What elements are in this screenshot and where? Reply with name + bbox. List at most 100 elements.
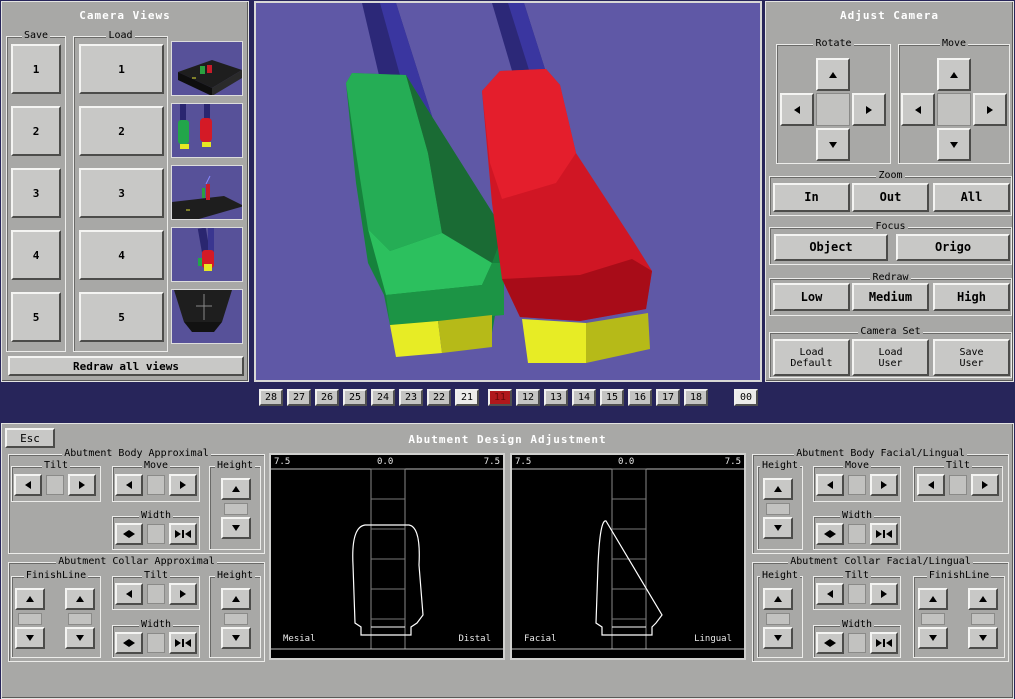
- collar-approx-finishline-left-down-button[interactable]: [15, 627, 45, 649]
- body-approx-tilt-indicator: [46, 475, 64, 495]
- body-facial-width-narrow-button[interactable]: [816, 523, 844, 545]
- tooth-25-button[interactable]: 25: [343, 389, 367, 406]
- focus-origo-button[interactable]: Origo: [896, 234, 1010, 261]
- body-facial-tilt-right-button[interactable]: [971, 474, 999, 496]
- redraw-all-views-button[interactable]: Redraw all views: [8, 356, 244, 376]
- tooth-21-button[interactable]: 21: [455, 389, 479, 406]
- 3d-viewport[interactable]: [254, 1, 762, 382]
- collar-approx-finishline-left-up-button[interactable]: [15, 588, 45, 610]
- tooth-26-button[interactable]: 26: [315, 389, 339, 406]
- collar-approx-tilt-left-button[interactable]: [115, 583, 143, 605]
- load-user-button[interactable]: Load User: [852, 339, 929, 376]
- view-thumbnail-5[interactable]: [171, 289, 243, 344]
- abutment-3d-render: [346, 3, 652, 363]
- redraw-medium-button[interactable]: Medium: [852, 283, 929, 311]
- body-approx-tilt-left-button[interactable]: [14, 474, 42, 496]
- collar-approx-width-narrow-button[interactable]: [115, 632, 143, 654]
- collar-approx-width-wide-button[interactable]: [169, 632, 197, 654]
- view-thumbnail-3[interactable]: [171, 165, 243, 220]
- save-view-2-button[interactable]: 2: [11, 106, 61, 156]
- collar-approx-finishline-right-down-button[interactable]: [65, 627, 95, 649]
- collar-approx-tilt-right-button[interactable]: [169, 583, 197, 605]
- body-approx-width-wide-button[interactable]: [169, 523, 197, 545]
- collar-facial-width-narrow-button[interactable]: [816, 632, 844, 654]
- body-approx-height-up-button[interactable]: [221, 478, 251, 500]
- collar-facial-finishline-left-down-button[interactable]: [918, 627, 948, 649]
- collar-approx-finishline-right-up-button[interactable]: [65, 588, 95, 610]
- tooth-11-button[interactable]: 11: [488, 389, 512, 406]
- tooth-22-button[interactable]: 22: [427, 389, 451, 406]
- save-view-3-button[interactable]: 3: [11, 168, 61, 218]
- collar-facial-width-wide-button[interactable]: [870, 632, 898, 654]
- body-approx-height-down-button[interactable]: [221, 517, 251, 539]
- load-view-2-button[interactable]: 2: [79, 106, 164, 156]
- view-thumbnail-4[interactable]: [171, 227, 243, 282]
- collar-approx-height-down-button[interactable]: [221, 627, 251, 649]
- load-view-5-button[interactable]: 5: [79, 292, 164, 342]
- load-view-1-button[interactable]: 1: [79, 44, 164, 94]
- redraw-high-button[interactable]: High: [933, 283, 1010, 311]
- body-facial-move-left-button[interactable]: [816, 474, 844, 496]
- collar-facial-title: Abutment Collar Facial/Lingual: [788, 556, 973, 567]
- tooth-14-button[interactable]: 14: [572, 389, 596, 406]
- tooth-16-button[interactable]: 16: [628, 389, 652, 406]
- load-view-4-button[interactable]: 4: [79, 230, 164, 280]
- focus-object-button[interactable]: Object: [774, 234, 888, 261]
- rotate-down-button[interactable]: [816, 128, 850, 161]
- collar-facial-finishline-right-up-button[interactable]: [968, 588, 998, 610]
- save-user-button[interactable]: Save User: [933, 339, 1010, 376]
- facial-lingual-profile-view[interactable]: 7.5 0.0 7.5 Facial Lingual: [510, 453, 746, 660]
- tooth-13-button[interactable]: 13: [544, 389, 568, 406]
- mesial-distal-profile-view[interactable]: 7.5 0.0 7.5 Mesial Distal: [269, 453, 505, 660]
- tooth-23-button[interactable]: 23: [399, 389, 423, 406]
- body-facial-tilt-left-button[interactable]: [917, 474, 945, 496]
- move-up-button[interactable]: [937, 58, 971, 91]
- body-facial-height-down-button[interactable]: [763, 517, 793, 539]
- esc-button[interactable]: Esc: [5, 428, 55, 448]
- move-right-button[interactable]: [973, 93, 1007, 126]
- collar-facial-finishline-left-up-button[interactable]: [918, 588, 948, 610]
- body-facial-height-up-button[interactable]: [763, 478, 793, 500]
- arrow-up-icon: [774, 486, 782, 492]
- body-approx-move-right-button[interactable]: [169, 474, 197, 496]
- collar-approx-height-up-button[interactable]: [221, 588, 251, 610]
- body-approx-width-indicator: [147, 524, 165, 544]
- tooth-18-button[interactable]: 18: [684, 389, 708, 406]
- save-view-1-button[interactable]: 1: [11, 44, 61, 94]
- rotate-right-button[interactable]: [852, 93, 886, 126]
- collar-facial-finishline-right-down-button[interactable]: [968, 627, 998, 649]
- zoom-all-button[interactable]: All: [933, 183, 1010, 212]
- view-thumbnail-2[interactable]: [171, 103, 243, 158]
- arrow-down-icon: [232, 635, 240, 641]
- rotate-up-button[interactable]: [816, 58, 850, 91]
- move-left-button[interactable]: [901, 93, 935, 126]
- body-approx-move-left-button[interactable]: [115, 474, 143, 496]
- body-facial-move-right-button[interactable]: [870, 474, 898, 496]
- body-approx-tilt-right-button[interactable]: [68, 474, 96, 496]
- collar-facial-tilt-right-button[interactable]: [870, 583, 898, 605]
- save-view-5-button[interactable]: 5: [11, 292, 61, 342]
- zoom-out-button[interactable]: Out: [852, 183, 929, 212]
- move-down-button[interactable]: [937, 128, 971, 161]
- tooth-15-button[interactable]: 15: [600, 389, 624, 406]
- tooth-27-button[interactable]: 27: [287, 389, 311, 406]
- rotate-left-button[interactable]: [780, 93, 814, 126]
- collar-facial-height-indicator: [766, 613, 790, 625]
- load-default-button[interactable]: Load Default: [773, 339, 850, 376]
- load-view-3-button[interactable]: 3: [79, 168, 164, 218]
- save-view-4-button[interactable]: 4: [11, 230, 61, 280]
- tooth-00-button[interactable]: 00: [734, 389, 758, 406]
- adjust-camera-title: Adjust Camera: [839, 9, 940, 22]
- zoom-in-button[interactable]: In: [773, 183, 850, 212]
- view-thumbnail-1[interactable]: [171, 41, 243, 96]
- tooth-28-button[interactable]: 28: [259, 389, 283, 406]
- redraw-low-button[interactable]: Low: [773, 283, 850, 311]
- tooth-12-button[interactable]: 12: [516, 389, 540, 406]
- tooth-24-button[interactable]: 24: [371, 389, 395, 406]
- collar-facial-tilt-left-button[interactable]: [816, 583, 844, 605]
- collar-facial-height-down-button[interactable]: [763, 627, 793, 649]
- body-approx-width-narrow-button[interactable]: [115, 523, 143, 545]
- tooth-17-button[interactable]: 17: [656, 389, 680, 406]
- collar-facial-height-up-button[interactable]: [763, 588, 793, 610]
- body-facial-width-wide-button[interactable]: [870, 523, 898, 545]
